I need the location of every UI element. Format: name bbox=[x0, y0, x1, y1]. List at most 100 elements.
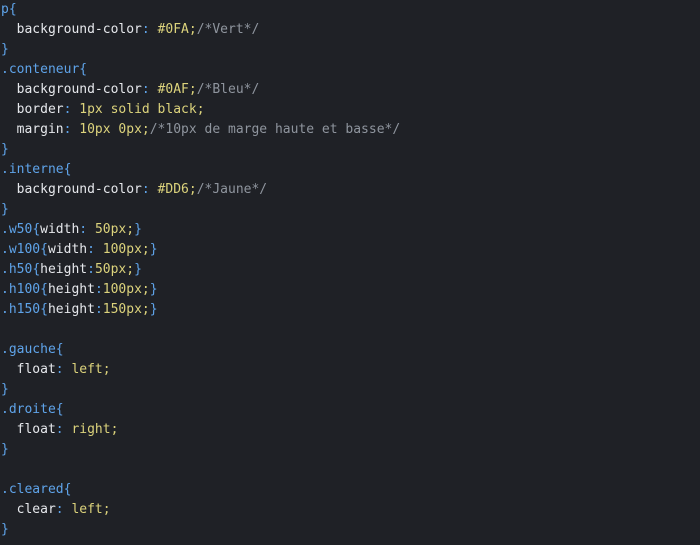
property-token: margin bbox=[16, 122, 64, 137]
semicolon-token: ; bbox=[126, 222, 135, 237]
code-line[interactable]: background-color: #0FA;/*Vert*/ bbox=[1, 20, 700, 40]
colon-token: : bbox=[79, 222, 95, 237]
brace-token: { bbox=[79, 62, 88, 77]
code-line[interactable]: .gauche{ bbox=[1, 340, 700, 360]
semicolon-token: ; bbox=[196, 102, 205, 117]
code-line[interactable] bbox=[1, 320, 700, 340]
colon-token: : bbox=[55, 502, 72, 517]
selector-token: .interne bbox=[1, 162, 64, 177]
comment-token: /*10px de marge haute et basse*/ bbox=[149, 122, 401, 137]
code-line[interactable]: .w100{width: 100px;} bbox=[1, 240, 700, 260]
property-token: background-color bbox=[16, 22, 142, 37]
code-line[interactable]: .interne{ bbox=[1, 160, 700, 180]
colon-token: : bbox=[94, 282, 103, 297]
value-token: 150px bbox=[102, 302, 142, 317]
property-token: clear bbox=[16, 502, 56, 517]
brace-token: { bbox=[55, 342, 64, 357]
code-line[interactable]: .w50{width: 50px;} bbox=[1, 220, 700, 240]
comment-token: /*Vert*/ bbox=[196, 22, 260, 37]
selector-token: .droite bbox=[1, 402, 56, 417]
colon-token: : bbox=[63, 102, 80, 117]
colon-token: : bbox=[87, 262, 95, 277]
code-line[interactable]: .h150{height:150px;} bbox=[1, 300, 700, 320]
brace-token: { bbox=[40, 282, 48, 297]
indent-token bbox=[1, 122, 17, 137]
code-line[interactable]: p{ bbox=[1, 0, 700, 20]
colon-token: : bbox=[94, 302, 103, 317]
code-line[interactable]: } bbox=[1, 380, 700, 400]
brace-token: { bbox=[32, 262, 41, 277]
value-token: 10px 0px bbox=[79, 122, 142, 137]
value-token: 50px bbox=[94, 222, 127, 237]
comment-token: /*Jaune*/ bbox=[196, 182, 268, 197]
brace-token: } bbox=[1, 42, 9, 57]
code-line[interactable]: margin: 10px 0px;/*10px de marge haute e… bbox=[1, 120, 700, 140]
indent-token bbox=[1, 182, 17, 197]
value-token: #0AF bbox=[157, 82, 189, 97]
code-line[interactable]: .droite{ bbox=[1, 400, 700, 420]
brace-token: { bbox=[40, 302, 48, 317]
brace-token: } bbox=[149, 242, 158, 257]
selector-token: .h100 bbox=[1, 282, 41, 297]
brace-token: } bbox=[1, 442, 9, 457]
code-line[interactable]: } bbox=[1, 40, 700, 60]
value-token: #0FA bbox=[157, 22, 189, 37]
code-line[interactable]: .h50{height:50px;} bbox=[1, 260, 700, 280]
code-line[interactable]: .h100{height:100px;} bbox=[1, 280, 700, 300]
brace-token: } bbox=[134, 262, 142, 277]
brace-token: { bbox=[63, 482, 72, 497]
code-line[interactable]: .conteneur{ bbox=[1, 60, 700, 80]
code-line[interactable]: background-color: #DD6;/*Jaune*/ bbox=[1, 180, 700, 200]
code-editor[interactable]: p{ background-color: #0FA;/*Vert*/} .cont… bbox=[0, 0, 700, 545]
property-token: height bbox=[47, 302, 95, 317]
code-line[interactable] bbox=[1, 460, 700, 480]
property-token: width bbox=[47, 242, 88, 257]
semicolon-token: ; bbox=[102, 362, 111, 377]
value-token: 1px solid black bbox=[79, 102, 197, 117]
code-line[interactable]: float: left; bbox=[1, 360, 700, 380]
brace-token: } bbox=[1, 382, 9, 397]
code-line[interactable]: } bbox=[1, 200, 700, 220]
semicolon-token: ; bbox=[110, 422, 119, 437]
brace-token: } bbox=[149, 282, 158, 297]
code-line[interactable]: .cleared{ bbox=[1, 480, 700, 500]
property-token: height bbox=[40, 262, 88, 277]
indent-token bbox=[1, 22, 17, 37]
selector-token: .h50 bbox=[1, 262, 33, 277]
semicolon-token: ; bbox=[141, 282, 150, 297]
indent-token bbox=[1, 362, 17, 377]
semicolon-token: ; bbox=[126, 262, 135, 277]
code-line[interactable]: float: right; bbox=[1, 420, 700, 440]
code-line[interactable]: } bbox=[1, 140, 700, 160]
semicolon-token: ; bbox=[188, 182, 197, 197]
brace-token: } bbox=[134, 222, 142, 237]
semicolon-token: ; bbox=[188, 22, 197, 37]
value-token: left bbox=[71, 362, 103, 377]
indent-token bbox=[1, 502, 17, 517]
comment-token: /*Bleu*/ bbox=[196, 82, 260, 97]
property-token: height bbox=[47, 282, 95, 297]
brace-token: { bbox=[63, 162, 72, 177]
code-line[interactable]: clear: left; bbox=[1, 500, 700, 520]
code-line[interactable]: border: 1px solid black; bbox=[1, 100, 700, 120]
brace-token: } bbox=[149, 302, 158, 317]
indent-token bbox=[1, 102, 17, 117]
code-line[interactable]: background-color: #0AF;/*Bleu*/ bbox=[1, 80, 700, 100]
code-line[interactable]: } bbox=[1, 520, 700, 540]
value-token: 50px bbox=[94, 262, 127, 277]
property-token: background-color bbox=[16, 82, 142, 97]
selector-token: .conteneur bbox=[1, 62, 80, 77]
property-token: float bbox=[16, 362, 56, 377]
value-token: 100px bbox=[102, 242, 142, 257]
code-line[interactable]: } bbox=[1, 440, 700, 460]
property-token: background-color bbox=[16, 182, 142, 197]
property-token: border bbox=[16, 102, 64, 117]
selector-token: .w50 bbox=[1, 222, 33, 237]
value-token: right bbox=[71, 422, 111, 437]
colon-token: : bbox=[141, 182, 158, 197]
brace-token: { bbox=[8, 2, 17, 17]
brace-token: { bbox=[55, 402, 64, 417]
brace-token: } bbox=[1, 522, 9, 537]
brace-token: } bbox=[1, 142, 9, 157]
semicolon-token: ; bbox=[141, 242, 150, 257]
